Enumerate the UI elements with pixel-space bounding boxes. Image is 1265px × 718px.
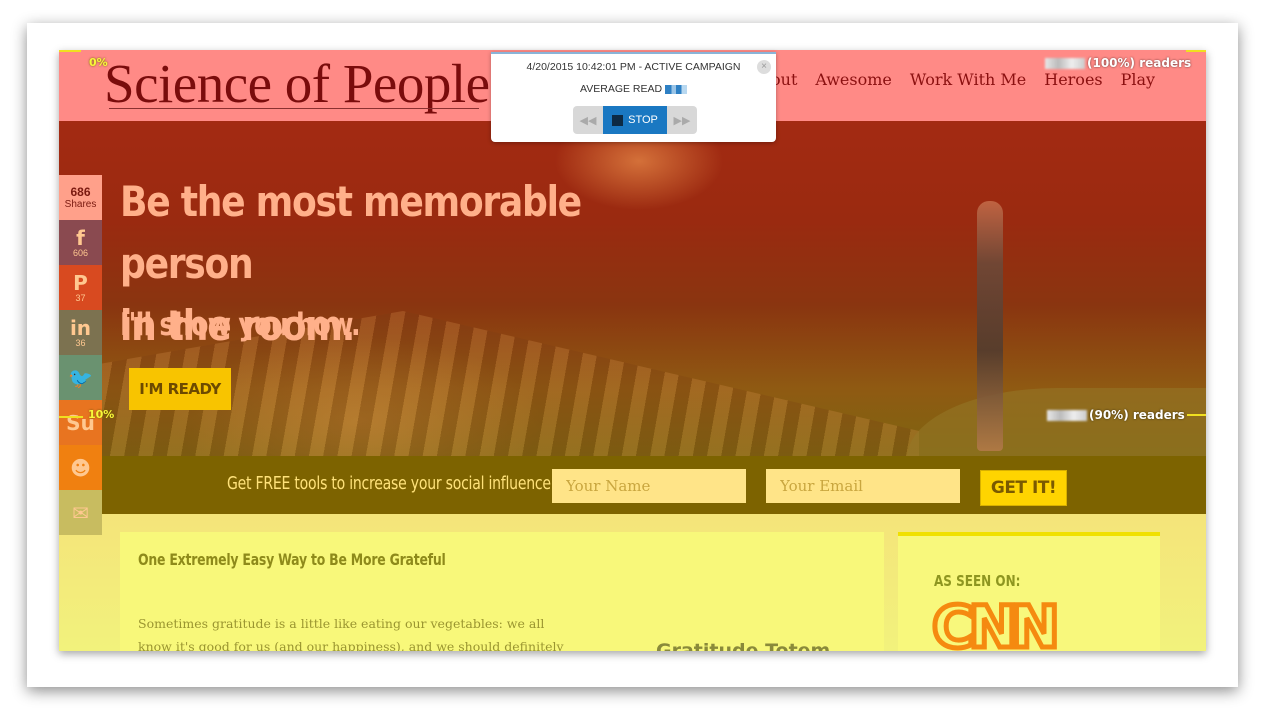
- rewind-button[interactable]: ◀◀: [573, 106, 603, 134]
- stage: [907, 388, 1206, 458]
- stop-icon: [612, 114, 624, 126]
- forward-button[interactable]: ▶▶: [667, 106, 697, 134]
- scroll-marker-line-top-left: [59, 50, 81, 52]
- as-seen-on-label: AS SEEN ON:: [934, 572, 1021, 590]
- pinterest-count: 37: [75, 292, 86, 303]
- get-it-button[interactable]: GET IT!: [980, 470, 1067, 506]
- main-nav: out Awesome Work With Me Heroes Play: [771, 70, 1155, 89]
- article-title[interactable]: One Extremely Easy Way to Be More Gratef…: [138, 550, 446, 569]
- reddit-icon: ☻: [70, 455, 91, 480]
- scroll-marker-0: 0%: [89, 56, 108, 69]
- redacted-count: [1047, 410, 1087, 421]
- share-twitter-button[interactable]: 🐦: [59, 355, 102, 400]
- playback-popup: 4/20/2015 10:42:01 PM - ACTIVE CAMPAIGN …: [491, 52, 776, 142]
- share-total: 686 Shares: [59, 175, 102, 220]
- im-ready-button[interactable]: I'M READY: [129, 368, 231, 410]
- speaker-figure: [977, 201, 1003, 451]
- hero-section: Be the most memorable person in the room.…: [59, 121, 1206, 461]
- cnn-logo: CNN: [930, 593, 1063, 652]
- article-body: Sometimes gratitude is a little like eat…: [138, 616, 564, 651]
- optin-bar: Get FREE tools to increase your social i…: [59, 456, 1206, 514]
- article-card: One Extremely Easy Way to Be More Gratef…: [120, 532, 935, 651]
- share-pinterest-button[interactable]: P 37: [59, 265, 102, 310]
- readers-100-label: (100%) readers: [1045, 56, 1191, 70]
- share-stumbleupon-button[interactable]: Su: [59, 400, 102, 445]
- name-input[interactable]: [552, 469, 746, 503]
- logo-underline: [109, 108, 479, 109]
- share-linkedin-button[interactable]: in 36: [59, 310, 102, 355]
- average-read: AVERAGE READ: [491, 83, 776, 95]
- scroll-marker-10: 10%: [88, 408, 115, 421]
- share-total-count: 686: [70, 184, 91, 199]
- scroll-marker-line-90: [1187, 414, 1206, 416]
- session-timestamp: 4/20/2015 10:42:01 PM - ACTIVE CAMPAIGN: [526, 61, 741, 73]
- twitter-icon: 🐦: [68, 365, 93, 390]
- nav-work-with-me[interactable]: Work With Me: [910, 70, 1026, 89]
- nav-heroes[interactable]: Heroes: [1044, 70, 1102, 89]
- share-email-button[interactable]: ✉: [59, 490, 102, 535]
- readers-90-label: (90%) readers: [1047, 408, 1185, 422]
- scroll-marker-line-top-right: [1186, 50, 1206, 52]
- share-bar: 686 Shares f 606 P 37 in 36 🐦 Su ☻ ✉: [59, 175, 102, 535]
- nav-play[interactable]: Play: [1121, 70, 1155, 89]
- site-logo[interactable]: Science of People: [104, 52, 490, 115]
- redacted-value: [665, 84, 687, 94]
- as-seen-on-box: AS SEEN ON: CNN: [898, 532, 1160, 651]
- linkedin-icon: in: [69, 315, 92, 340]
- facebook-icon: f: [76, 225, 85, 250]
- facebook-count: 606: [72, 247, 89, 258]
- hero-subheadline: I'll show you how.: [120, 307, 361, 343]
- optin-text: Get FREE tools to increase your social i…: [227, 473, 551, 494]
- pinterest-icon: P: [73, 270, 88, 295]
- article-subhead: Gratitude Totem: [656, 640, 831, 651]
- redacted-count: [1045, 58, 1085, 69]
- share-facebook-button[interactable]: f 606: [59, 220, 102, 265]
- share-total-label: Shares: [64, 198, 97, 210]
- close-icon[interactable]: ×: [757, 60, 771, 74]
- nav-awesome[interactable]: Awesome: [815, 70, 891, 89]
- content-area: One Extremely Easy Way to Be More Gratef…: [59, 514, 1206, 651]
- scroll-marker-line-10: [59, 416, 83, 418]
- share-reddit-button[interactable]: ☻: [59, 445, 102, 490]
- linkedin-count: 36: [75, 337, 86, 348]
- playback-controls: ◀◀ STOP ▶▶: [573, 106, 697, 134]
- stop-button[interactable]: STOP: [603, 106, 667, 134]
- email-input[interactable]: [766, 469, 960, 503]
- email-icon: ✉: [72, 500, 89, 525]
